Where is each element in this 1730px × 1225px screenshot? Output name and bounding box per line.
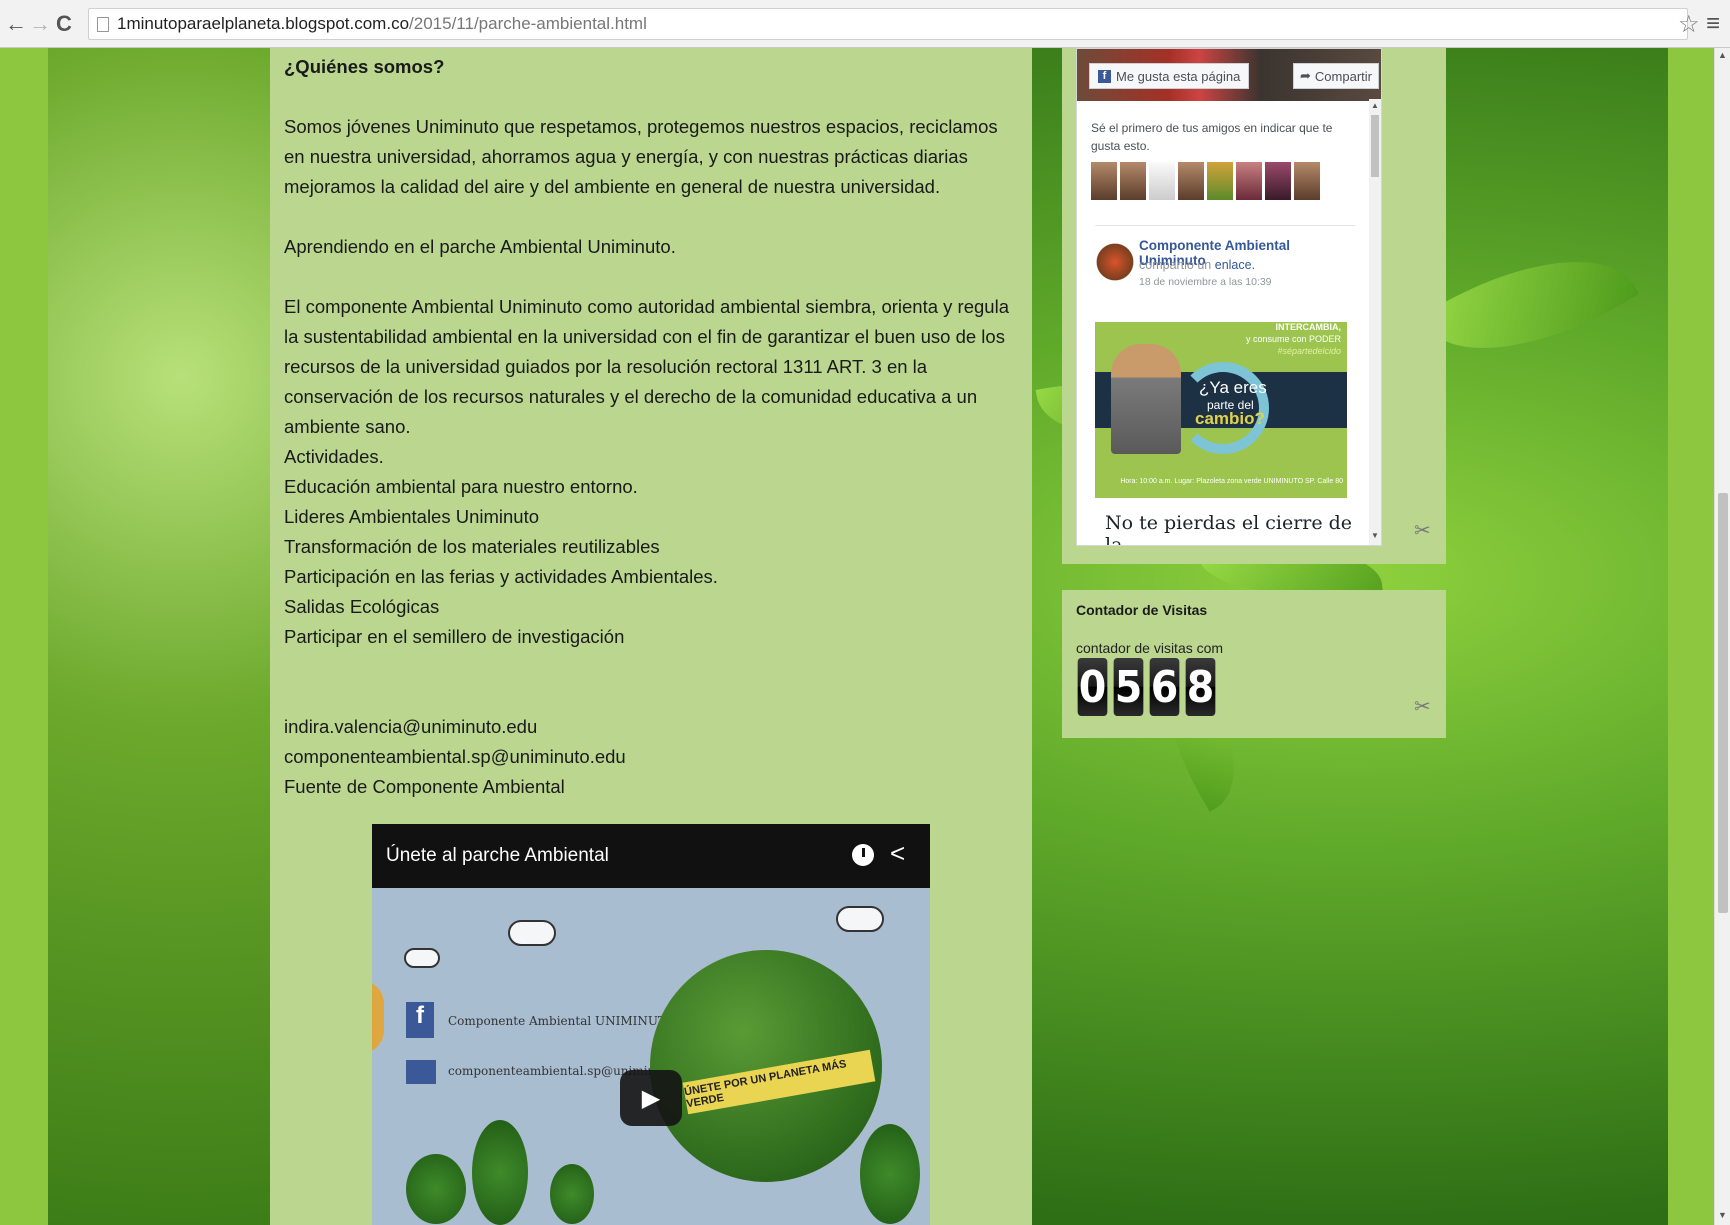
source-credit: Fuente de Componente Ambiental — [284, 776, 565, 797]
edit-gadget-icon[interactable]: ✂ — [1414, 518, 1431, 543]
activity-item: Salidas Ecológicas — [284, 596, 440, 617]
counter-link[interactable]: contador de visitas com — [1076, 640, 1223, 656]
url-host: 1minutoparaelplaneta.blogspot.com.co — [117, 14, 410, 33]
scroll-down-icon[interactable]: ▼ — [1371, 531, 1379, 540]
avatar[interactable] — [1236, 162, 1262, 200]
cloud-illustration — [508, 920, 556, 946]
left-bokeh-background — [48, 48, 270, 1225]
image-headline: cambio? — [1195, 409, 1265, 428]
cartoon-person — [1111, 344, 1181, 454]
post-action: compartió un — [1139, 258, 1212, 272]
share-icon[interactable]: < — [890, 838, 905, 869]
image-text: y consume con PODER — [1245, 334, 1341, 344]
post-link[interactable]: enlace. — [1215, 258, 1255, 272]
contact-email: indira.valencia@uniminuto.edu — [284, 716, 538, 737]
intro-paragraph: Somos jóvenes Uniminuto que respetamos, … — [284, 116, 998, 197]
left-gutter — [0, 48, 48, 1225]
post-image[interactable]: INTERCAMBIA, y consume con PODER #sépart… — [1095, 322, 1347, 498]
tree-illustration — [472, 1120, 528, 1225]
post-timestamp[interactable]: 18 de noviembre a las 10:39 — [1139, 276, 1272, 288]
counter-digit: 0 — [1077, 658, 1108, 716]
like-label: Me gusta esta página — [1116, 68, 1241, 84]
mail-icon — [406, 1060, 436, 1084]
video-title[interactable]: Únete al parche Ambiental — [386, 845, 609, 867]
facebook-icon: f — [1098, 69, 1111, 83]
cloud-illustration — [836, 906, 884, 932]
widget-scrollbar[interactable]: ▲ ▼ — [1369, 99, 1381, 545]
post-text: ¿Quiénes somos? Somos jóvenes Uniminuto … — [284, 52, 1018, 802]
facebook-like-button[interactable]: f Me gusta esta página — [1089, 63, 1250, 89]
page-icon — [97, 16, 109, 32]
avatar[interactable] — [1091, 162, 1117, 200]
visit-counter-gadget: Contador de Visitas contador de visitas … — [1062, 590, 1446, 738]
scroll-up-icon[interactable]: ▲ — [1718, 50, 1727, 60]
activity-item: Participar en el semillero de investigac… — [284, 626, 625, 647]
facebook-icon: f — [406, 1002, 434, 1038]
forward-icon[interactable]: → — [28, 11, 52, 37]
facebook-post: Componente Ambiental Uniminuto compartió… — [1095, 225, 1355, 545]
bookmark-star-icon[interactable]: ☆ — [1678, 10, 1700, 39]
avatar[interactable] — [1294, 162, 1320, 200]
activity-item: Lideres Ambientales Uniminuto — [284, 506, 540, 527]
gadget-title: Contador de Visitas — [1076, 602, 1208, 618]
avatar[interactable] — [1207, 162, 1233, 200]
description-paragraph: El componente Ambiental Uniminuto como a… — [284, 296, 1009, 437]
counter-digit: 6 — [1149, 658, 1180, 716]
video-title-bar: Únete al parche Ambiental — [372, 824, 930, 888]
scroll-up-icon[interactable]: ▲ — [1371, 101, 1379, 110]
activity-item: Transformación de los materiales reutili… — [284, 536, 660, 557]
scrollbar-thumb[interactable] — [1718, 493, 1728, 913]
tree-illustration — [550, 1164, 594, 1224]
page-logo[interactable] — [1095, 242, 1135, 292]
right-gutter — [1668, 48, 1714, 1225]
facebook-gadget: f Me gusta esta página ➦ Compartir Sé el… — [1062, 48, 1446, 564]
back-icon[interactable]: ← — [4, 11, 28, 37]
tree-illustration — [406, 1154, 466, 1224]
facebook-share-button[interactable]: ➦ Compartir — [1293, 63, 1379, 89]
counter-digit: 5 — [1113, 658, 1144, 716]
reload-icon[interactable]: C — [52, 11, 76, 37]
friends-avatars — [1091, 162, 1320, 200]
avatar[interactable] — [1265, 162, 1291, 200]
facebook-page-plugin: f Me gusta esta página ➦ Compartir Sé el… — [1076, 48, 1382, 546]
image-headline: ¿Ya eres — [1199, 378, 1267, 397]
counter-digits: 0 5 6 8 — [1076, 658, 1217, 716]
post-meta: compartió un enlace. — [1139, 258, 1255, 272]
scroll-down-icon[interactable]: ▼ — [1718, 1210, 1727, 1220]
avatar[interactable] — [1149, 162, 1175, 200]
video-player[interactable]: Únete al parche Ambiental < f Componente… — [372, 824, 930, 1225]
counter-digit: 8 — [1185, 658, 1216, 716]
activity-item: Educación ambiental para nuestro entorno… — [284, 476, 638, 497]
post-body: ¿Quiénes somos? Somos jóvenes Uniminuto … — [270, 48, 1032, 1225]
post-title[interactable]: No te pierdas el cierre de la — [1105, 512, 1355, 545]
avatar[interactable] — [1178, 162, 1204, 200]
friends-like-text: Sé el primero de tus amigos en indicar q… — [1091, 121, 1333, 153]
page-scrollbar[interactable]: ▲ ▼ — [1714, 48, 1730, 1225]
contact-email: componenteambiental.sp@uniminuto.edu — [284, 746, 626, 767]
image-text: INTERCAMBIA, — [1275, 322, 1342, 332]
play-button[interactable]: ▶ — [620, 1070, 682, 1126]
video-facebook-text: Componente Ambiental UNIMINUTO — [448, 1014, 676, 1028]
image-fine-print: Hora: 10:00 a.m. Lugar: Plazoleta zona v… — [1120, 478, 1343, 485]
image-hashtag: #sépartedelcido — [1277, 346, 1341, 356]
subtitle-paragraph: Aprendiendo en el parche Ambiental Unimi… — [284, 236, 676, 257]
orange-shape — [372, 980, 384, 1054]
menu-icon[interactable]: ≡ — [1706, 10, 1720, 38]
address-bar[interactable]: 1minutoparaelplaneta.blogspot.com.co/201… — [88, 8, 1688, 40]
activities-title: Actividades. — [284, 446, 384, 467]
cloud-illustration — [404, 948, 440, 968]
browser-toolbar: ← → C 1minutoparaelplaneta.blogspot.com.… — [0, 0, 1730, 48]
watch-later-icon[interactable] — [852, 844, 874, 866]
tree-illustration — [860, 1124, 920, 1224]
post-heading: ¿Quiénes somos? — [284, 56, 445, 77]
scrollbar-thumb[interactable] — [1371, 115, 1379, 177]
share-label: Compartir — [1314, 68, 1372, 84]
url-path: /2015/11/parche-ambiental.html — [409, 14, 647, 33]
activity-item: Participación en las ferias y actividade… — [284, 566, 718, 587]
avatar[interactable] — [1120, 162, 1146, 200]
share-arrow-icon: ➦ — [1300, 68, 1311, 83]
edit-gadget-icon[interactable]: ✂ — [1414, 694, 1431, 719]
